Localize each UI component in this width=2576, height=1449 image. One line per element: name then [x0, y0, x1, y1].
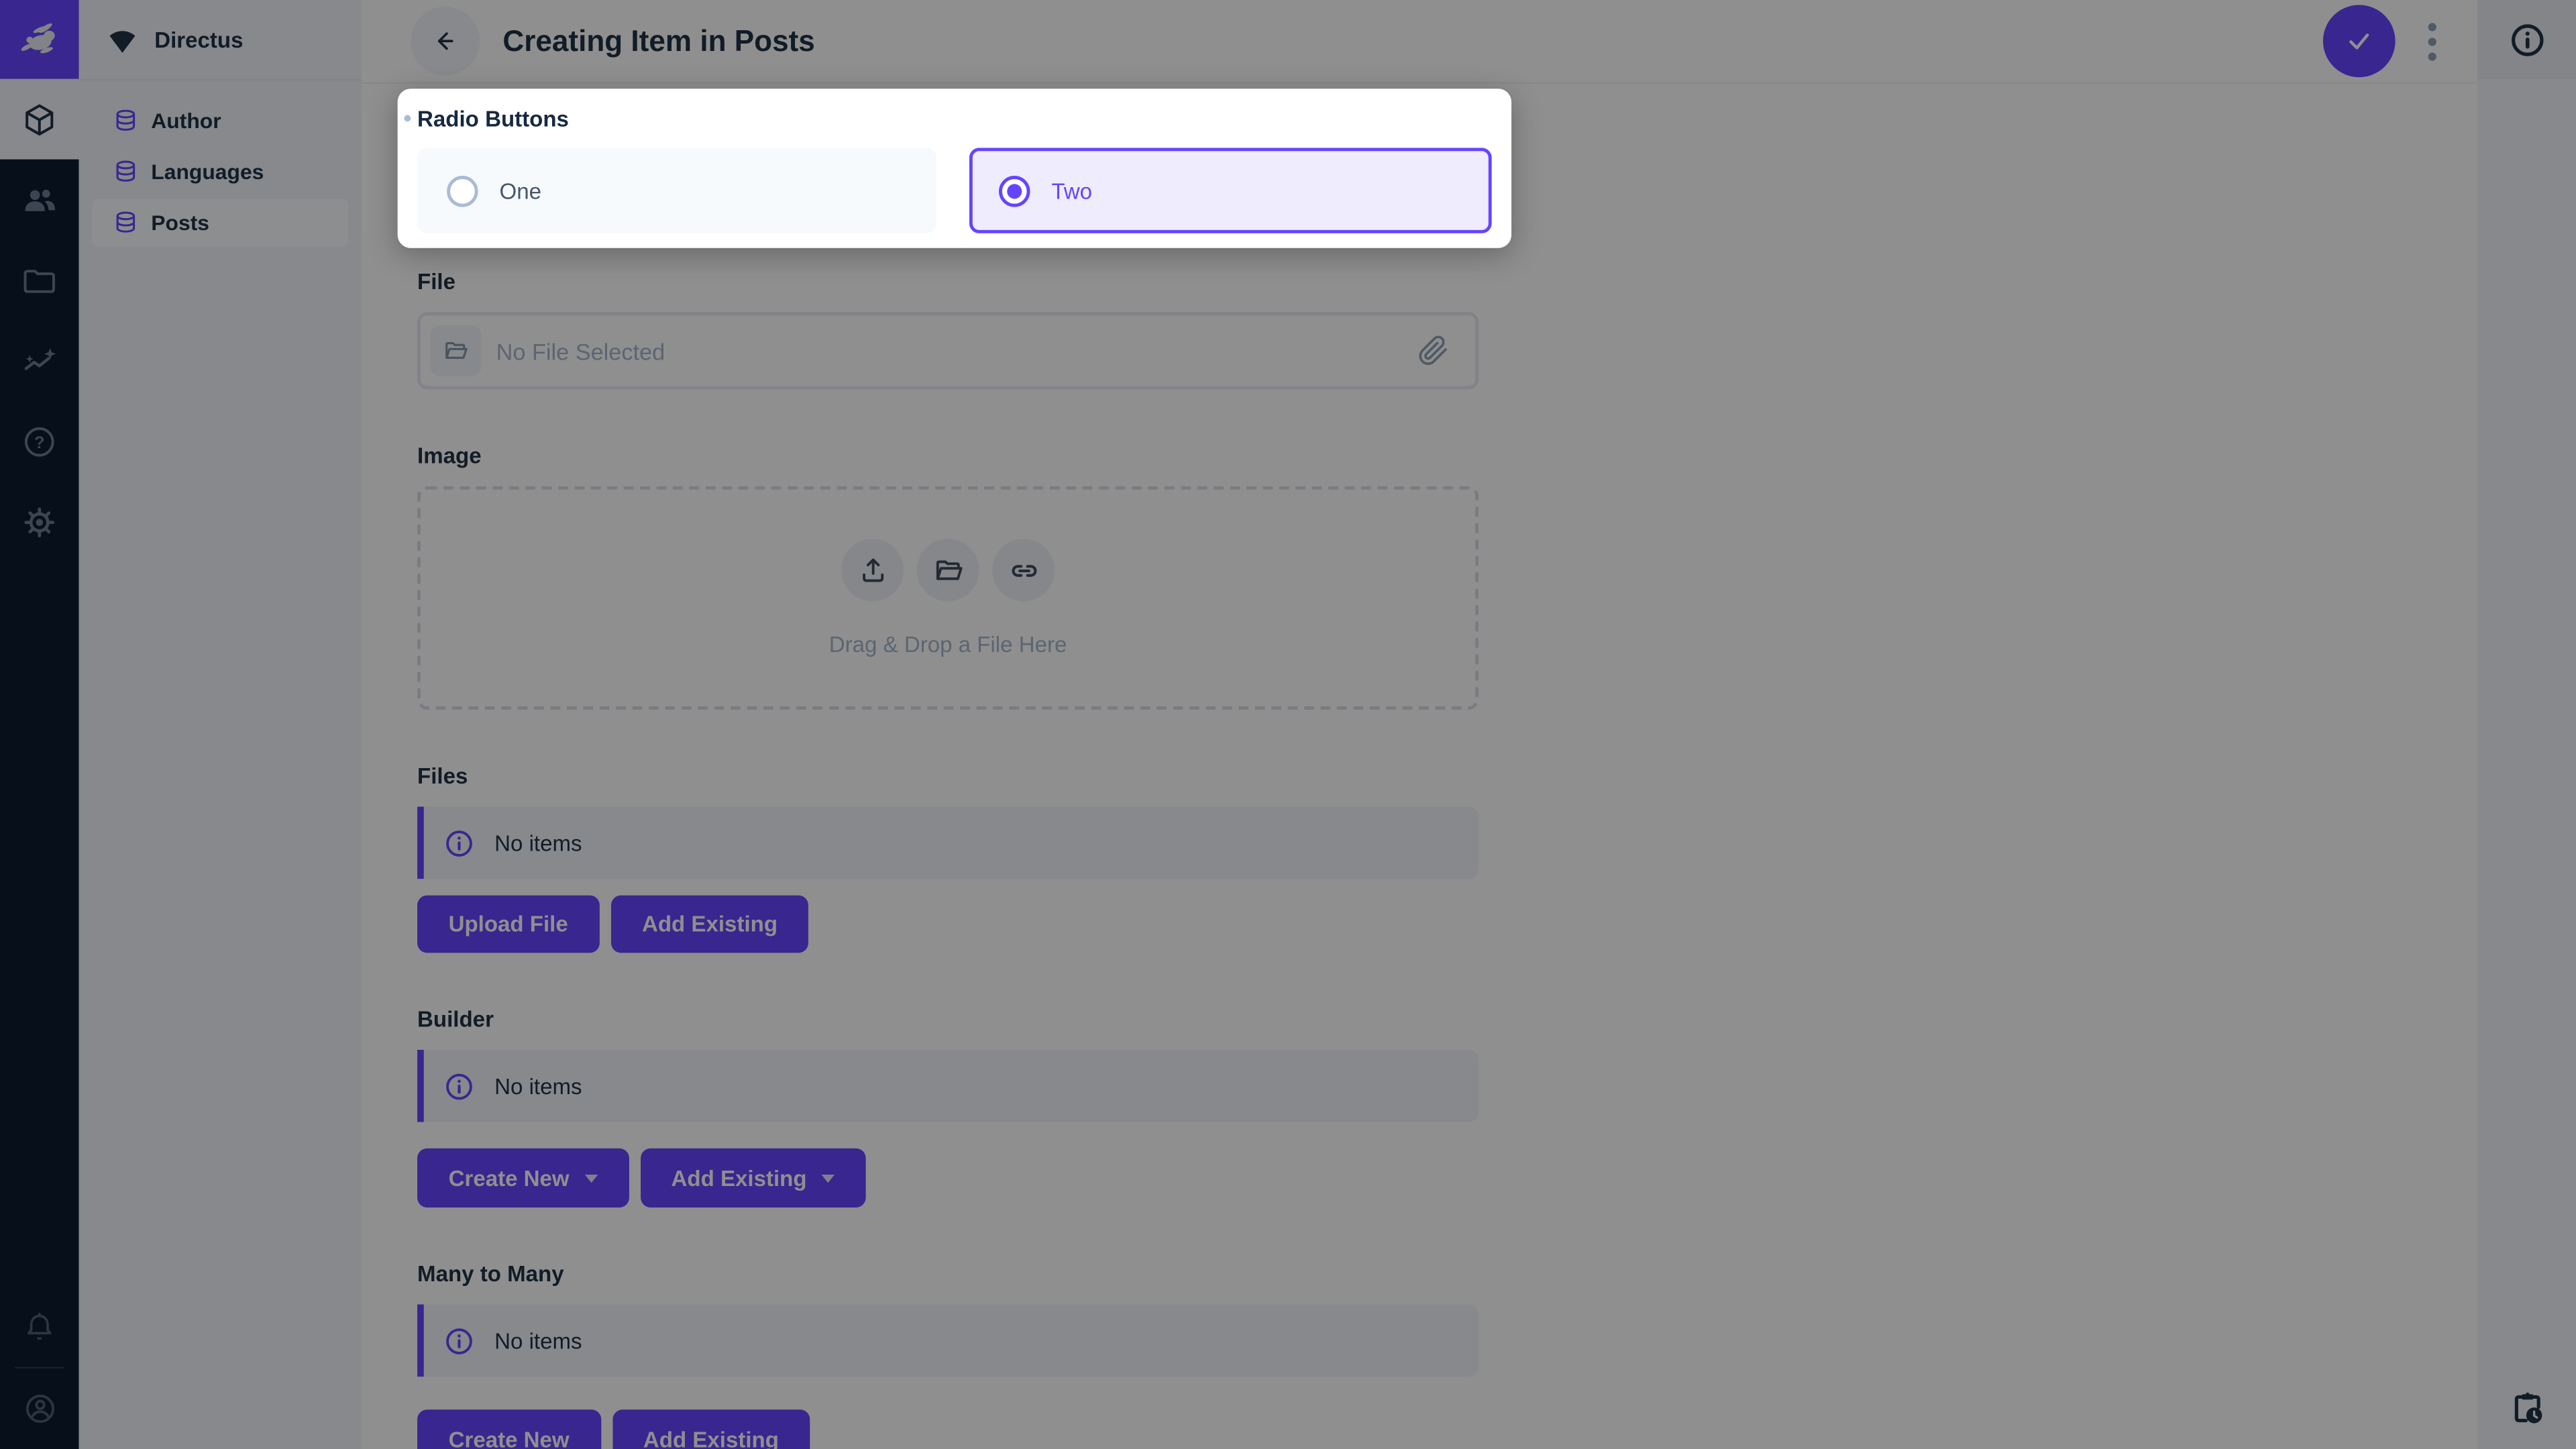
radio-option-one[interactable]: One: [417, 148, 936, 233]
radio-option-two[interactable]: Two: [969, 148, 1492, 233]
radio-option-label: One: [499, 178, 541, 203]
radio-checked-icon: [999, 175, 1030, 207]
app-viewport: ?: [0, 0, 2576, 1449]
field-label: Radio Buttons: [417, 107, 569, 133]
edited-indicator-dot: [404, 115, 411, 121]
radio-option-label: Two: [1051, 178, 1092, 203]
radio-buttons-field-card: Radio Buttons One Two: [398, 89, 1511, 248]
radio-unchecked-icon: [447, 175, 478, 207]
